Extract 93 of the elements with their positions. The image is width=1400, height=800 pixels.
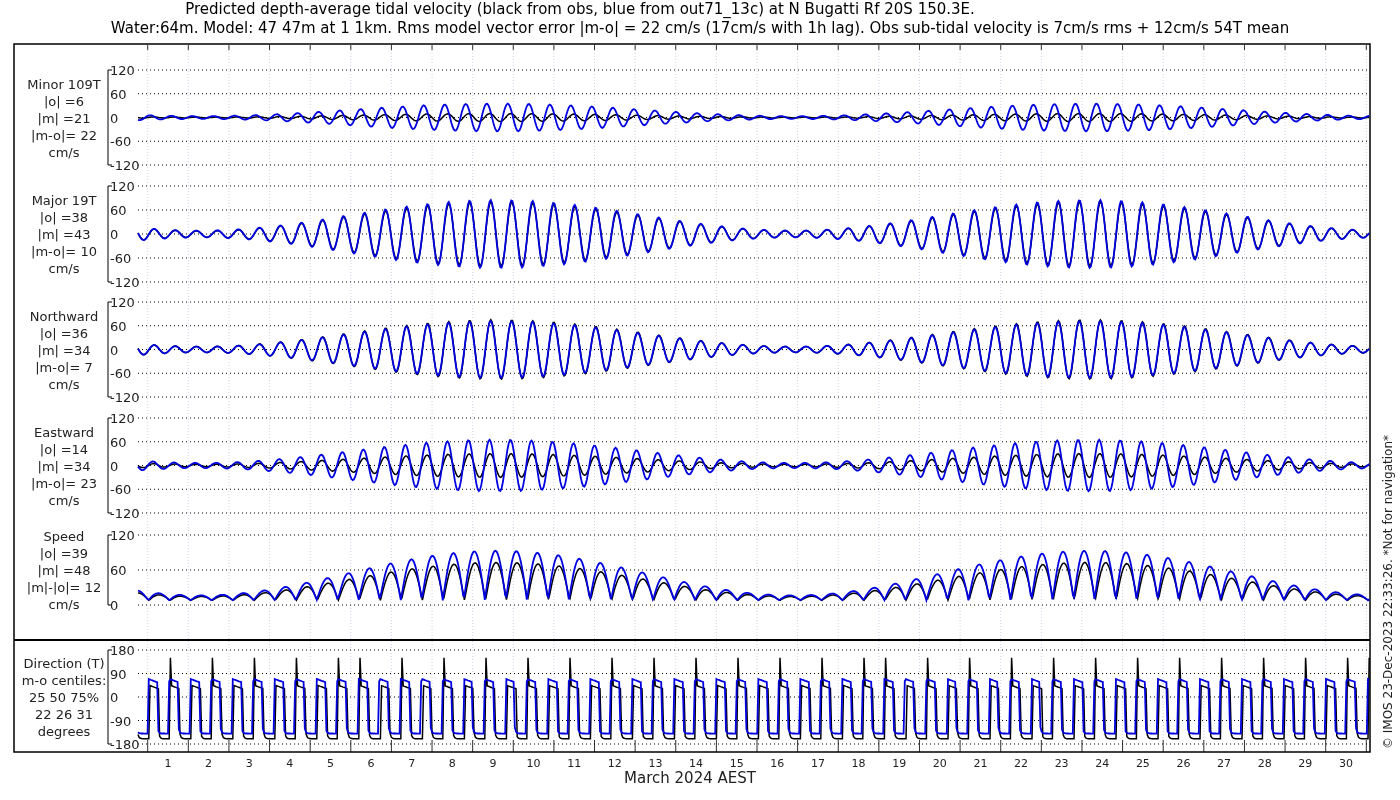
panel-label: |o| =36 [39, 325, 89, 341]
x-tick-label: 13 [648, 757, 663, 770]
panel-label: cm/s [48, 597, 80, 612]
y-tick-label: 60 [110, 86, 127, 102]
y-tick-label: 120 [110, 528, 135, 543]
x-tick-label: 25 [1135, 757, 1150, 770]
panel-label: |m|-|o|= 12 [26, 580, 102, 595]
y-tick-label: 60 [110, 434, 127, 450]
x-tick-label: 8 [448, 757, 456, 770]
x-tick-label: 21 [973, 757, 988, 770]
y-tick-label: 0 [110, 342, 119, 358]
x-tick-label: 11 [567, 757, 582, 770]
panel-label: 22 26 31 [35, 707, 93, 722]
x-tick-label: 3 [245, 757, 253, 770]
x-tick-label: 1 [164, 757, 172, 770]
panel-label: m-o centiles: [21, 673, 107, 688]
panel-label: cm/s [48, 492, 80, 508]
panel-label: |m| =21 [37, 110, 91, 126]
panel-label: 25 50 75% [28, 690, 100, 705]
panel-label: |o| =39 [39, 546, 89, 561]
y-tick-label: -60 [110, 251, 132, 266]
x-tick-label: 26 [1176, 757, 1191, 770]
x-tick-label: 10 [526, 757, 541, 770]
x-tick-label: 20 [932, 757, 947, 770]
panel-label: Direction (T) [23, 656, 105, 671]
y-tick-label: 0 [110, 110, 119, 126]
x-tick-label: 30 [1339, 757, 1353, 770]
panel-label: |m| =34 [37, 458, 91, 474]
x-tick-label: 17 [810, 757, 825, 770]
panel-label: |m| =43 [37, 227, 91, 242]
panel-label: |m-o|= 22 [31, 127, 97, 143]
panel-label: |o| =38 [39, 210, 89, 225]
y-tick-label: 120 [110, 179, 135, 194]
x-tick-label: 7 [408, 757, 416, 770]
y-tick-label: 180 [110, 643, 135, 658]
x-tick-label: 15 [729, 757, 744, 770]
y-tick-label: 60 [110, 318, 127, 334]
y-tick-label: 0 [110, 690, 119, 705]
y-tick-label: -180 [110, 737, 140, 752]
panel-label: |m-o|= 7 [35, 359, 93, 375]
y-tick-label: 120 [110, 295, 135, 310]
y-tick-label: -90 [110, 713, 132, 729]
chart-title: Water:64m. Model: 47 47m at 1 1km. Rms model vector error |m-o| = 22 cm/s (17cm/s with 1h lag). Obs sub-tidal velocity is 7cm/s rms + 12cm/s 54T mean [110, 19, 1290, 38]
x-tick-label: 9 [489, 757, 497, 770]
y-tick-label: 90 [110, 666, 127, 682]
copyright-note: © IMOS 23-Dec-2023 22:33:26. *Not for navigation* [1381, 434, 1395, 750]
y-tick-label: -60 [110, 134, 132, 150]
x-tick-label: 16 [770, 757, 785, 770]
x-tick-label: 19 [892, 757, 907, 770]
y-tick-label: 60 [110, 203, 127, 218]
y-tick-label: 0 [110, 458, 119, 474]
panel-label: degrees [37, 724, 91, 739]
y-tick-label: -60 [110, 366, 132, 382]
panel-label: Northward [29, 308, 99, 324]
y-tick-label: -120 [110, 506, 140, 521]
x-tick-label: 22 [1014, 757, 1028, 770]
panel-label: |m-o|= 23 [31, 475, 97, 491]
panel-label: cm/s [48, 261, 80, 276]
x-tick-label: 18 [851, 757, 866, 770]
y-tick-label: 0 [110, 598, 119, 613]
panel-label: Speed [43, 529, 85, 544]
y-tick-label: 120 [110, 411, 135, 426]
panel-label: |o| =6 [44, 93, 84, 109]
y-tick-label: 0 [110, 227, 119, 242]
y-tick-label: -120 [110, 390, 140, 405]
x-tick-label: 27 [1217, 757, 1232, 770]
panel-label: Eastward [34, 424, 94, 440]
chart-title: Predicted depth-average tidal velocity (black from obs, blue from out71_13c) at N Bugatti Rf 20S 150.3E. [185, 0, 975, 19]
x-tick-label: 5 [327, 757, 334, 770]
x-tick-label: 12 [607, 757, 622, 770]
panel-label: cm/s [48, 144, 80, 160]
panel-label: cm/s [48, 376, 80, 392]
panel-label: |m| =34 [37, 342, 91, 358]
x-tick-label: 4 [286, 757, 294, 770]
panel-label: |m-o|= 10 [31, 244, 97, 259]
x-tick-label: 23 [1054, 757, 1069, 770]
x-tick-label: 24 [1095, 757, 1110, 770]
x-tick-label: 6 [367, 757, 375, 770]
x-axis-label: March 2024 AEST [624, 769, 756, 787]
y-axis [107, 534, 113, 606]
y-tick-label: 60 [110, 563, 127, 578]
x-tick-label: 2 [205, 757, 213, 770]
y-tick-label: -120 [110, 158, 140, 173]
y-tick-label: -120 [110, 275, 140, 290]
panel-label: Major 19T [31, 193, 97, 208]
x-tick-label: 14 [689, 757, 704, 770]
x-tick-label: 28 [1257, 757, 1272, 770]
panel-label: Minor 109T [27, 76, 101, 92]
y-tick-label: 120 [110, 63, 135, 78]
panel-label: |o| =14 [39, 441, 89, 457]
y-tick-label: -60 [110, 482, 132, 498]
panel-label: |m| =48 [37, 563, 91, 578]
x-tick-label: 29 [1298, 757, 1313, 770]
